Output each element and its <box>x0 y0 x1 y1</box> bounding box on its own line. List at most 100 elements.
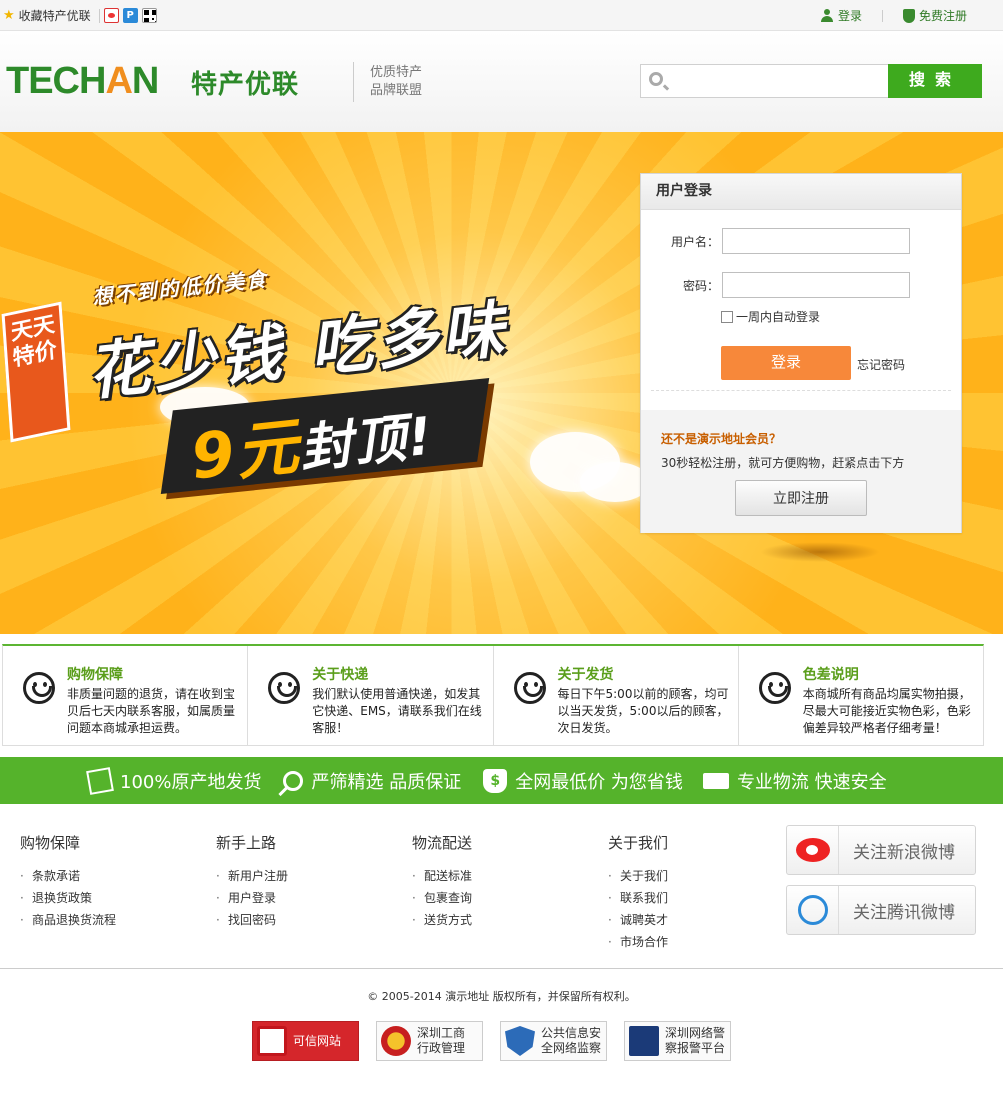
business-admin-badge[interactable]: 深圳工商 行政管理 <box>376 1021 483 1061</box>
footer-column: 新手上路 新用户注册 用户登录 找回密码 <box>216 832 288 931</box>
badge-line: 公共信息安 <box>541 1026 602 1040</box>
badge-line: 全网络监察 <box>541 1041 602 1055</box>
divider <box>98 8 100 23</box>
qr-code-icon[interactable] <box>141 8 157 23</box>
password-input[interactable] <box>722 272 910 298</box>
top-bar: ★ 收藏特产优联 P 登录 免费注册 <box>0 0 1003 31</box>
tencent-weibo-icon-wrap <box>787 886 839 934</box>
trust-badges: 可信网站 深圳工商 行政管理 公共信息安 全网络监察 深圳网络警 察报警平台 <box>252 1021 731 1061</box>
feature-text: 我们默认使用普通快递，如发其它快递、EMS，请联系我们在线客服！ <box>312 687 482 735</box>
login-title: 用户登录 <box>641 174 961 210</box>
register-question: 还不是演示地址会员？ <box>661 432 782 446</box>
footer-column: 关于我们 关于我们 联系我们 诚聘英才 市场合作 <box>608 832 668 953</box>
footer-link[interactable]: 送货方式 <box>412 909 472 931</box>
footer-link[interactable]: 条款承诺 <box>20 865 116 887</box>
top-bar-right: 登录 免费注册 <box>820 7 967 24</box>
footer-link[interactable]: 找回密码 <box>216 909 288 931</box>
divider <box>881 9 883 22</box>
sina-weibo-icon-wrap <box>787 826 839 874</box>
logo-techan[interactable]: TECHAN <box>6 60 159 103</box>
footer-column-title: 购物保障 <box>20 834 81 852</box>
sina-weibo-icon <box>795 838 830 862</box>
feature-title: 色差说明 <box>802 667 859 683</box>
bookmark-link[interactable]: 收藏特产优联 <box>19 7 91 24</box>
search-button[interactable]: 搜索 <box>888 64 982 98</box>
police-report-badge[interactable]: 深圳网络警 察报警平台 <box>624 1021 731 1061</box>
feature-item: 关于发货 每日下午5:00以前的顾客，均可以当天发货，5:00以后的顾客，次日发… <box>494 646 739 745</box>
logo-part: TECH <box>6 60 106 102</box>
footer-link[interactable]: 包裹查询 <box>412 887 472 909</box>
username-row: 用户名： <box>641 228 910 254</box>
username-label: 用户名： <box>670 234 719 249</box>
footer-link[interactable]: 配送标准 <box>412 865 472 887</box>
money-bag-icon: $ <box>483 768 508 793</box>
top-register-link[interactable]: 免费注册 <box>902 7 967 24</box>
badge-line: 察报警平台 <box>665 1041 726 1055</box>
search-box[interactable] <box>640 64 890 98</box>
login-button[interactable]: 登录 <box>721 346 851 380</box>
badge-line: 深圳工商 <box>417 1026 466 1040</box>
follow-tencent-weibo-button[interactable]: 关注腾讯微博 <box>786 885 976 935</box>
feature-title: 关于快递 <box>312 667 369 683</box>
smiley-icon <box>758 672 791 704</box>
footer-column: 购物保障 条款承诺 退换货政策 商品退换货流程 <box>20 832 116 931</box>
promise-item: 100%原产地发货 <box>86 766 261 795</box>
trusted-site-badge[interactable]: 可信网站 <box>252 1021 359 1061</box>
feature-title: 关于发货 <box>557 667 614 683</box>
password-row: 密码： <box>641 272 910 298</box>
logo-chinese[interactable]: 特产优联 <box>191 64 299 101</box>
top-login-link[interactable]: 登录 <box>820 7 862 24</box>
feature-text: 本商城所有商品均属实物拍摄，尽最大可能接近实物色彩，色彩偏差异较严格者仔细考量！ <box>802 687 971 735</box>
copyright: © 2005-2014 演示地址 版权所有，并保留所有权利。 <box>367 990 636 1003</box>
magnifier-icon <box>283 770 304 791</box>
remember-label[interactable]: 一周内自动登录 <box>736 308 820 325</box>
feature-item: 关于快递 我们默认使用普通快递，如发其它快递、EMS，请联系我们在线客服！ <box>248 646 494 745</box>
footer-link[interactable]: 用户登录 <box>216 887 288 909</box>
remember-checkbox[interactable] <box>721 310 733 323</box>
register-description: 30秒轻松注册，就可方便购物，赶紧点击下方 <box>661 456 905 470</box>
footer-link[interactable]: 退换货政策 <box>20 887 116 909</box>
divider <box>0 968 1003 969</box>
footer-column-title: 新手上路 <box>216 834 277 852</box>
site-header: TECHAN 特产优联 优质特产 品牌联盟 搜索 <box>0 32 1003 132</box>
sina-weibo-icon[interactable] <box>103 8 119 23</box>
username-input[interactable] <box>722 228 910 254</box>
register-button[interactable]: 立即注册 <box>735 480 867 516</box>
smiley-icon <box>513 672 546 704</box>
search-input[interactable] <box>675 69 885 93</box>
search-icon <box>649 72 663 86</box>
price-suffix: 封顶! <box>297 406 437 481</box>
footer-link[interactable]: 联系我们 <box>608 887 668 909</box>
footer-link[interactable]: 市场合作 <box>608 931 668 953</box>
tencent-weibo-icon <box>797 895 828 925</box>
footer-link[interactable]: 关于我们 <box>608 865 668 887</box>
smiley-icon <box>23 672 55 704</box>
forgot-password-link[interactable]: 忘记密码 <box>857 356 905 373</box>
badge-line: 深圳网络警 <box>665 1026 726 1040</box>
tencent-weibo-icon[interactable]: P <box>122 8 138 23</box>
follow-tencent-label: 关注腾讯微博 <box>853 902 955 923</box>
slogan-line-2: 品牌联盟 <box>370 83 423 98</box>
remember-row[interactable]: 一周内自动登录 <box>721 308 820 325</box>
footer-column-title: 物流配送 <box>412 834 473 852</box>
promise-strip: 100%原产地发货 严筛精选 品质保证 $ 全网最低价 为您省钱 专业物流 快速… <box>0 757 1003 804</box>
emblem-icon <box>381 1026 411 1056</box>
top-register-label: 免费注册 <box>918 9 967 23</box>
footer-link[interactable]: 诚聘英才 <box>608 909 668 931</box>
network-security-badge[interactable]: 公共信息安 全网络监察 <box>500 1021 607 1061</box>
divider <box>353 62 354 102</box>
promise-label: 严筛精选 品质保证 <box>311 771 462 793</box>
follow-sina-label: 关注新浪微博 <box>853 842 955 863</box>
trusted-site-icon <box>257 1026 287 1056</box>
box-icon <box>86 766 114 795</box>
logo-part: N <box>131 60 159 102</box>
star-icon[interactable]: ★ <box>3 8 15 23</box>
feature-title: 购物保障 <box>67 667 123 683</box>
login-panel: 用户登录 用户名： 密码： 一周内自动登录 登录 忘记密码 还不是演示地址会员？… <box>640 173 962 533</box>
service-features: 购物保障 非质量问题的退货，请在收到宝贝后七天内联系客服，如属质量问题本商城承担… <box>2 644 984 746</box>
footer-link[interactable]: 商品退换货流程 <box>20 909 116 931</box>
promise-item: 专业物流 快速安全 <box>702 768 887 794</box>
follow-sina-weibo-button[interactable]: 关注新浪微博 <box>786 825 976 875</box>
footer-link[interactable]: 新用户注册 <box>216 865 288 887</box>
feature-item: 色差说明 本商城所有商品均属实物拍摄，尽最大可能接近实物色彩，色彩偏差异较严格者… <box>739 646 983 745</box>
